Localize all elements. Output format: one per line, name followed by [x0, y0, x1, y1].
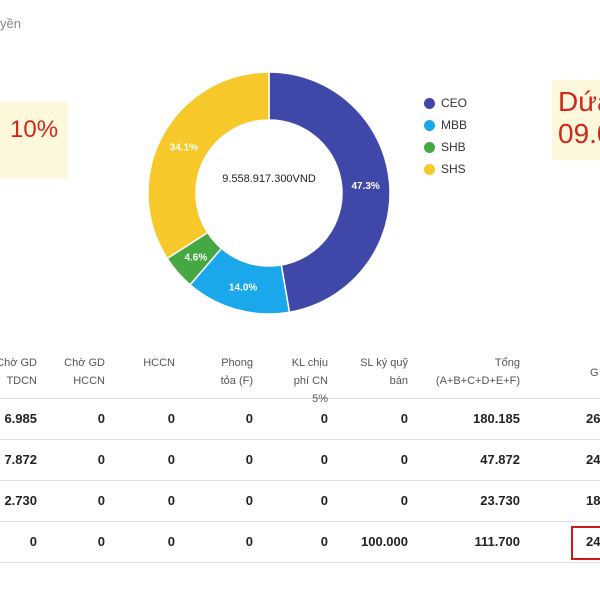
legend-dot-icon — [424, 97, 435, 109]
cell: 24 — [586, 452, 600, 467]
cell: 0 — [97, 452, 105, 467]
table-row[interactable]: 6.985 0 0 0 0 0 180.185 26 — [0, 399, 600, 440]
cell: 47.872 — [480, 452, 520, 467]
cell: 0 — [320, 411, 328, 426]
legend-item-ceo[interactable]: CEO — [424, 92, 467, 114]
col-header-tong: Tổng (A+B+C+D+E+F) — [435, 357, 520, 387]
donut-slice-label: 14.0% — [229, 282, 257, 293]
donut-slice-shs[interactable] — [147, 71, 270, 260]
donut-slice-label: 47.3% — [351, 181, 379, 192]
cell: 0 — [320, 452, 328, 467]
cell: 0 — [97, 534, 105, 549]
legend-dot-icon — [424, 163, 435, 175]
col-header-phong-toa: Phong tỏa (F) — [220, 357, 253, 387]
donut-slice-label: 34.1% — [170, 143, 198, 154]
chart-legend: CEO MBB SHB SHS — [424, 92, 467, 180]
cell: 0 — [320, 493, 328, 508]
table-row[interactable]: 0 0 0 0 0 100.000 111.700 24 — [0, 522, 600, 563]
legend-label: MBB — [441, 118, 468, 132]
holdings-table: Chờ GD TDCN Chờ GD HCCN HCCN Phong tỏa (… — [0, 340, 600, 563]
cell: 0 — [245, 452, 253, 467]
donut-slice-label: 4.6% — [184, 253, 207, 264]
cell: 100.000 — [361, 534, 408, 549]
legend-label: SHB — [441, 140, 466, 154]
portfolio-donut-chart: 47.3% 14.0% 4.6% 34.1% 9.558.917.300VND — [147, 71, 391, 315]
cell: 6.985 — [4, 411, 37, 426]
cell: 26 — [586, 411, 600, 426]
legend-item-shs[interactable]: SHS — [424, 158, 467, 180]
cell: 2.730 — [4, 493, 37, 508]
sticky-note-right: Dứa 09.0 — [552, 80, 600, 160]
cell: 0 — [29, 534, 37, 549]
cell: 7.872 — [4, 452, 37, 467]
cell: 0 — [245, 411, 253, 426]
col-header-hccn: HCCN — [143, 357, 175, 369]
cell: 0 — [400, 493, 408, 508]
legend-dot-icon — [424, 141, 435, 153]
legend-label: SHS — [441, 162, 466, 176]
note-left-text: 10% — [10, 116, 59, 143]
cell: 0 — [245, 493, 253, 508]
table-row[interactable]: 7.872 0 0 0 0 0 47.872 24 — [0, 440, 600, 481]
cell: 180.185 — [473, 411, 520, 426]
col-header-sl-ky-quy: SL ký quỹ bán — [360, 357, 408, 387]
cell: 0 — [320, 534, 328, 549]
note-right-line2: 09.0 — [558, 118, 600, 149]
donut-slice-ceo[interactable] — [268, 71, 391, 314]
breadcrumb: yền — [0, 16, 21, 31]
cell: 0 — [167, 411, 175, 426]
col-header-g: G — [590, 367, 599, 379]
cell: 23.730 — [480, 493, 520, 508]
highlight-box — [571, 526, 600, 560]
sticky-note-left: 10% — [0, 102, 68, 178]
cell: 0 — [167, 493, 175, 508]
legend-item-mbb[interactable]: MBB — [424, 114, 467, 136]
table-header: Chờ GD TDCN Chờ GD HCCN HCCN Phong tỏa (… — [0, 340, 600, 405]
cell: 0 — [167, 534, 175, 549]
cell: 18 — [586, 493, 600, 508]
col-header-cho-gd-tdcn: Chờ GD TDCN — [0, 357, 37, 387]
chart-center-label: 9.558.917.300VND — [222, 173, 316, 185]
cell: 0 — [97, 493, 105, 508]
cell: 0 — [400, 411, 408, 426]
cell: 0 — [400, 452, 408, 467]
cell: 0 — [97, 411, 105, 426]
cell: 0 — [167, 452, 175, 467]
cell: 0 — [245, 534, 253, 549]
legend-label: CEO — [441, 96, 468, 110]
col-header-cho-gd-hccn: Chờ GD HCCN — [64, 357, 105, 387]
cell: 111.700 — [474, 534, 520, 549]
legend-dot-icon — [424, 119, 435, 131]
table-row[interactable]: 2.730 0 0 0 0 0 23.730 18 — [0, 481, 600, 522]
legend-item-shb[interactable]: SHB — [424, 136, 467, 158]
note-right-line1: Dứa — [558, 86, 600, 117]
